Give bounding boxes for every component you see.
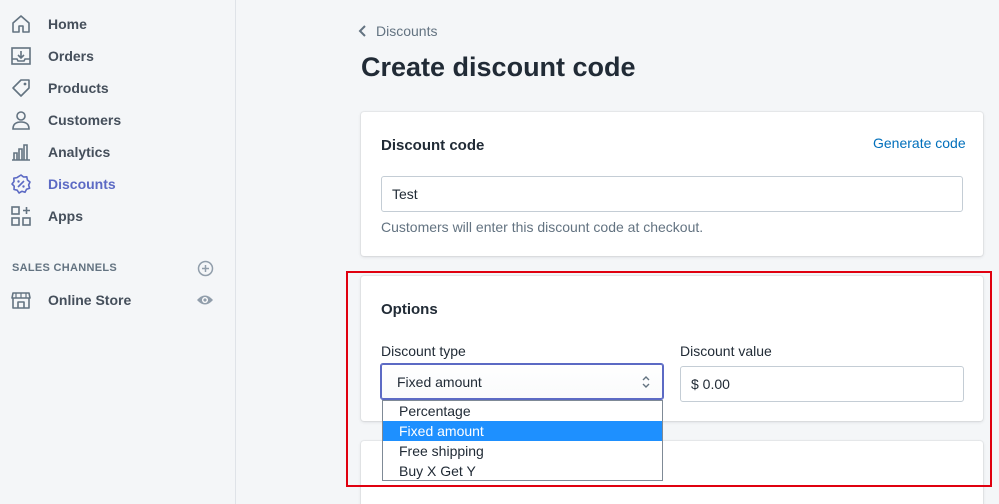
sidebar: Home Orders Products Customers Analytics…: [0, 0, 236, 504]
sidebar-item-label: Home: [48, 16, 87, 32]
home-icon: [10, 13, 32, 35]
discount-value-input[interactable]: $ 0.00: [680, 366, 964, 402]
breadcrumb-label: Discounts: [376, 23, 438, 39]
discount-code-input[interactable]: Test: [381, 176, 963, 212]
sidebar-item-home[interactable]: Home: [0, 8, 235, 40]
sidebar-item-orders[interactable]: Orders: [0, 40, 235, 72]
discount-value-label: Discount value: [680, 343, 772, 359]
discount-type-selected: Fixed amount: [397, 373, 482, 390]
eye-icon[interactable]: [196, 291, 214, 309]
select-arrows-icon: [641, 374, 651, 390]
sidebar-item-label: Customers: [48, 112, 122, 128]
chevron-left-icon: [358, 24, 372, 38]
orders-icon: [10, 45, 32, 67]
page-title: Create discount code: [361, 52, 636, 82]
sidebar-item-label: Online Store: [48, 292, 132, 308]
options-title: Options: [381, 301, 438, 318]
sidebar-item-label: Discounts: [48, 176, 116, 192]
option-free-shipping[interactable]: Free shipping: [383, 441, 662, 461]
discount-type-dropdown: Percentage Fixed amount Free shipping Bu…: [382, 400, 663, 481]
generate-code-link[interactable]: Generate code: [873, 135, 966, 151]
discount-type-label: Discount type: [381, 343, 466, 359]
sidebar-item-products[interactable]: Products: [0, 72, 235, 104]
sidebar-item-discounts[interactable]: Discounts: [0, 168, 235, 200]
sales-channels-title: SALES CHANNELS: [12, 262, 118, 274]
breadcrumb[interactable]: Discounts: [358, 22, 437, 40]
discount-code-help-text: Customers will enter this discount code …: [381, 219, 704, 235]
sidebar-item-analytics[interactable]: Analytics: [0, 136, 235, 168]
option-buy-x-get-y[interactable]: Buy X Get Y: [383, 461, 662, 481]
sidebar-item-label: Apps: [48, 208, 83, 224]
sidebar-item-customers[interactable]: Customers: [0, 104, 235, 136]
add-channel-icon[interactable]: [196, 259, 214, 277]
sidebar-item-label: Orders: [48, 48, 94, 64]
person-icon: [10, 109, 32, 131]
sidebar-item-label: Analytics: [48, 144, 111, 160]
sidebar-item-apps[interactable]: Apps: [0, 200, 235, 232]
option-percentage[interactable]: Percentage: [383, 401, 662, 421]
discount-type-select[interactable]: Fixed amount: [380, 363, 664, 400]
bar-chart-icon: [10, 141, 32, 163]
option-fixed-amount[interactable]: Fixed amount: [383, 421, 662, 441]
discount-code-card: Discount code Generate code Test Custome…: [361, 112, 983, 256]
sidebar-item-label: Products: [48, 80, 109, 96]
discount-code-title: Discount code: [381, 137, 485, 154]
store-icon: [10, 289, 32, 311]
tag-icon: [10, 77, 32, 99]
discount-icon: [10, 173, 32, 195]
apps-icon: [10, 205, 32, 227]
